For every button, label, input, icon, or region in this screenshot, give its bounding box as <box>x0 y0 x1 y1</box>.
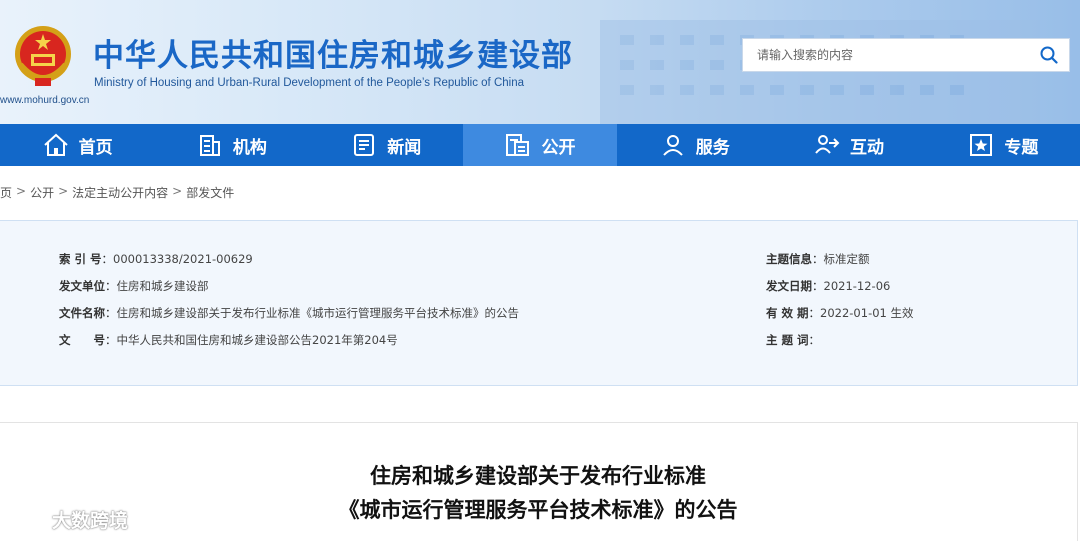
document-content: 住房和城乡建设部关于发布行业标准 《城市运行管理服务平台技术标准》的公告 <box>0 422 1078 541</box>
document-title-line-1: 住房和城乡建设部关于发布行业标准 <box>370 464 706 488</box>
service-icon <box>659 131 687 159</box>
breadcrumb-home[interactable]: 页 <box>0 184 12 201</box>
search-input[interactable] <box>743 39 1029 71</box>
main-nav: 首页 机构 新闻 公开 服务 互动 专题 <box>0 124 1080 166</box>
breadcrumb-ministry-documents[interactable]: 部发文件 <box>186 184 234 201</box>
info-topic-value: 标准定额 <box>823 252 870 266</box>
info-validity: 有 效 期：2022-01-01 生效 <box>766 306 914 320</box>
nav-label: 公开 <box>541 137 576 158</box>
watermark-text: 大数跨境 <box>52 510 129 532</box>
info-topic-label: 主题信息 <box>766 252 812 266</box>
site-title: 中华人民共和国住房和城乡建设部 <box>93 38 573 74</box>
watermark-logo-icon <box>9 511 45 528</box>
info-issuer-label: 发文单位 <box>59 279 105 293</box>
breadcrumb-separator: > <box>16 184 27 198</box>
nav-label: 专题 <box>1004 137 1039 158</box>
nav-item-service[interactable]: 服务 <box>617 124 771 166</box>
nav-item-news[interactable]: 新闻 <box>309 124 463 166</box>
nav-item-home[interactable]: 首页 <box>0 124 154 166</box>
info-docno-value: 中华人民共和国住房和城乡建设部公告2021年第204号 <box>116 333 398 347</box>
search-box <box>742 38 1070 72</box>
interaction-icon <box>813 131 841 159</box>
info-keywords: 主 题 词： <box>766 333 821 347</box>
info-keywords-label: 主 题 词 <box>766 333 809 347</box>
info-date-value: 2021-12-06 <box>823 279 891 293</box>
info-topic: 主题信息：标准定额 <box>766 252 870 266</box>
info-issuer: 发文单位：住房和城乡建设部 <box>59 279 209 293</box>
nav-item-disclosure[interactable]: 公开 <box>462 124 618 166</box>
breadcrumb-separator: > <box>172 184 183 198</box>
topic-icon <box>967 131 995 159</box>
site-subtitle: Ministry of Housing and Urban-Rural Deve… <box>94 77 524 89</box>
info-validity-label: 有 效 期 <box>766 306 809 320</box>
info-docno: 文 号：中华人民共和国住房和城乡建设部公告2021年第204号 <box>59 333 398 347</box>
info-issuer-value: 住房和城乡建设部 <box>116 279 209 293</box>
disclosure-icon <box>504 131 532 159</box>
info-index-label: 索 引 号 <box>59 252 102 266</box>
site-url: www.mohurd.gov.cn <box>0 95 90 106</box>
info-name: 文件名称：住房和城乡建设部关于发布行业标准《城市运行管理服务平台技术标准》的公告 <box>59 306 520 320</box>
info-validity-value: 2022-01-01 生效 <box>820 306 914 320</box>
building-icon <box>196 131 224 159</box>
search-icon <box>1040 46 1058 64</box>
nav-label: 服务 <box>695 137 730 158</box>
nav-label: 互动 <box>850 137 885 158</box>
breadcrumb-disclosure[interactable]: 公开 <box>30 184 54 201</box>
info-name-label: 文件名称 <box>59 306 105 320</box>
search-button[interactable] <box>1029 39 1069 71</box>
document-title-line-2: 《城市运行管理服务平台技术标准》的公告 <box>338 498 738 522</box>
info-name-value: 住房和城乡建设部关于发布行业标准《城市运行管理服务平台技术标准》的公告 <box>116 306 520 320</box>
nav-label: 机构 <box>232 137 267 158</box>
breadcrumb-statutory-content[interactable]: 法定主动公开内容 <box>72 184 168 201</box>
document-info-panel: 索 引 号：000013338/2021-00629 发文单位：住房和城乡建设部… <box>0 220 1078 386</box>
nav-item-agency[interactable]: 机构 <box>154 124 308 166</box>
news-icon <box>350 131 378 159</box>
info-index-value: 000013338/2021-00629 <box>113 252 253 266</box>
watermark: 大数跨境 <box>8 506 128 533</box>
home-icon <box>42 131 70 159</box>
nav-label: 新闻 <box>387 137 422 158</box>
info-date-label: 发文日期 <box>766 279 812 293</box>
nav-label: 首页 <box>78 137 113 158</box>
breadcrumb: 页 > 公开 > 法定主动公开内容 > 部发文件 <box>0 184 234 201</box>
info-docno-label: 文 号 <box>59 333 105 347</box>
nav-item-interaction[interactable]: 互动 <box>771 124 925 166</box>
national-emblem-icon <box>15 26 71 86</box>
nav-item-topic[interactable]: 专题 <box>926 124 1080 166</box>
info-index: 索 引 号：000013338/2021-00629 <box>59 252 253 266</box>
info-date: 发文日期：2021-12-06 <box>766 279 891 293</box>
breadcrumb-separator: > <box>58 184 69 198</box>
site-header: 中华人民共和国住房和城乡建设部 Ministry of Housing and … <box>0 0 1080 124</box>
